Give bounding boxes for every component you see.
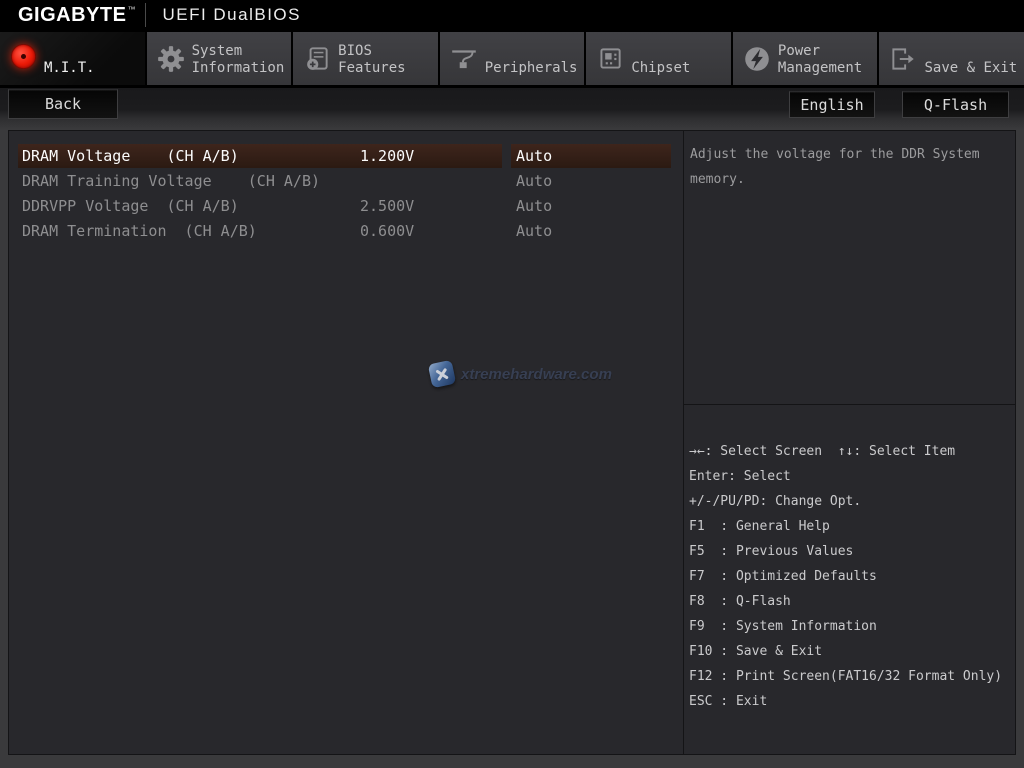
table-row[interactable]: DRAM Training Voltage (CH A/B) Auto bbox=[9, 169, 683, 194]
setting-voltage: 2.500V bbox=[360, 194, 414, 218]
setting-label: DRAM Voltage (CH A/B) bbox=[22, 144, 239, 168]
setting-label: DDRVPP Voltage (CH A/B) bbox=[22, 194, 239, 218]
setting-voltage: 1.200V bbox=[360, 144, 414, 168]
peripherals-icon bbox=[449, 44, 479, 74]
shortcut-line: Enter: Select bbox=[689, 464, 1015, 489]
gear-icon bbox=[156, 44, 186, 74]
tab-bios-features[interactable]: BIOS Features bbox=[293, 32, 438, 85]
shortcut-line: F5 : Previous Values bbox=[689, 539, 1015, 564]
gigabyte-logo: GIGABYTE bbox=[18, 4, 126, 27]
setting-voltage: 0.600V bbox=[360, 219, 414, 243]
tab-bar: M.I.T. System Information bbox=[0, 30, 1024, 88]
tab-mit[interactable]: M.I.T. bbox=[0, 32, 145, 85]
bios-screen: { "topbar": { "brand": "GIGABYTE", "trad… bbox=[0, 0, 1024, 768]
row-label-cell: DDRVPP Voltage (CH A/B) 2.500V bbox=[18, 194, 502, 218]
setting-label: DRAM Termination (CH A/B) bbox=[22, 219, 257, 243]
watermark: xtremehardware.com bbox=[430, 362, 612, 386]
tab-label: Save & Exit bbox=[924, 32, 1017, 84]
tab-label: System Information bbox=[192, 32, 292, 84]
shortcut-line: →←: Select Screen ↑↓: Select Item bbox=[689, 439, 1015, 464]
topbar-divider bbox=[145, 3, 146, 27]
toolbar: Back English Q-Flash bbox=[0, 88, 1024, 130]
tab-label: M.I.T. bbox=[44, 32, 95, 84]
setting-label: DRAM Training Voltage (CH A/B) bbox=[22, 169, 320, 193]
trademark-symbol: ™ bbox=[127, 5, 135, 14]
top-bar: GIGABYTE ™ UEFI DualBIOS bbox=[0, 0, 1024, 30]
shortcut-line: F1 : General Help bbox=[689, 514, 1015, 539]
shortcut-legend: →←: Select Screen ↑↓: Select Item Enter:… bbox=[684, 405, 1015, 754]
tab-chipset[interactable]: Chipset bbox=[586, 32, 731, 85]
tab-system-information[interactable]: System Information bbox=[147, 32, 292, 85]
tab-label: Peripherals bbox=[485, 32, 578, 84]
setting-value[interactable]: Auto bbox=[511, 194, 671, 218]
tab-peripherals[interactable]: Peripherals bbox=[440, 32, 585, 85]
shortcut-line: F9 : System Information bbox=[689, 614, 1015, 639]
bios-title: UEFI DualBIOS bbox=[162, 5, 301, 25]
tab-label: Power Management bbox=[778, 32, 878, 84]
table-row[interactable]: DRAM Termination (CH A/B) 0.600V Auto bbox=[9, 219, 683, 244]
xtremehardware-icon bbox=[428, 360, 456, 388]
tab-label: BIOS Features bbox=[338, 32, 438, 84]
language-button[interactable]: English bbox=[789, 91, 875, 118]
power-icon bbox=[742, 44, 772, 74]
save-exit-icon bbox=[888, 44, 918, 74]
shortcut-line: F8 : Q-Flash bbox=[689, 589, 1015, 614]
settings-table: DRAM Voltage (CH A/B) 1.200V Auto DRAM T… bbox=[9, 144, 683, 244]
tab-label: Chipset bbox=[631, 32, 690, 84]
shortcut-line: F7 : Optimized Defaults bbox=[689, 564, 1015, 589]
shortcut-line: F12 : Print Screen(FAT16/32 Format Only) bbox=[689, 664, 1015, 689]
shortcut-line: ESC : Exit bbox=[689, 689, 1015, 714]
chipset-icon bbox=[595, 44, 625, 74]
table-row[interactable]: DRAM Voltage (CH A/B) 1.200V Auto bbox=[9, 144, 683, 169]
settings-pane: DRAM Voltage (CH A/B) 1.200V Auto DRAM T… bbox=[9, 131, 683, 754]
help-pane: Adjust the voltage for the DDR System me… bbox=[683, 131, 1015, 754]
row-label-cell: DRAM Termination (CH A/B) 0.600V bbox=[18, 219, 502, 243]
qflash-button[interactable]: Q-Flash bbox=[902, 91, 1009, 118]
item-help-text: Adjust the voltage for the DDR System me… bbox=[684, 131, 1015, 405]
main-panel: DRAM Voltage (CH A/B) 1.200V Auto DRAM T… bbox=[8, 130, 1016, 755]
setting-value[interactable]: Auto bbox=[511, 169, 671, 193]
setting-value[interactable]: Auto bbox=[511, 219, 671, 243]
watermark-text: xtremehardware.com bbox=[461, 366, 612, 383]
tab-save-exit[interactable]: Save & Exit bbox=[879, 32, 1024, 85]
tab-power-management[interactable]: Power Management bbox=[733, 32, 878, 85]
table-row[interactable]: DDRVPP Voltage (CH A/B) 2.500V Auto bbox=[9, 194, 683, 219]
shortcut-line: F10 : Save & Exit bbox=[689, 639, 1015, 664]
back-button[interactable]: Back bbox=[8, 89, 118, 119]
row-label-cell: DRAM Voltage (CH A/B) 1.200V bbox=[18, 144, 502, 168]
setting-value[interactable]: Auto bbox=[511, 144, 671, 168]
row-label-cell: DRAM Training Voltage (CH A/B) bbox=[18, 169, 502, 193]
shortcut-line: +/-/PU/PD: Change Opt. bbox=[689, 489, 1015, 514]
bios-features-icon bbox=[302, 44, 332, 74]
mit-icon bbox=[11, 44, 36, 69]
